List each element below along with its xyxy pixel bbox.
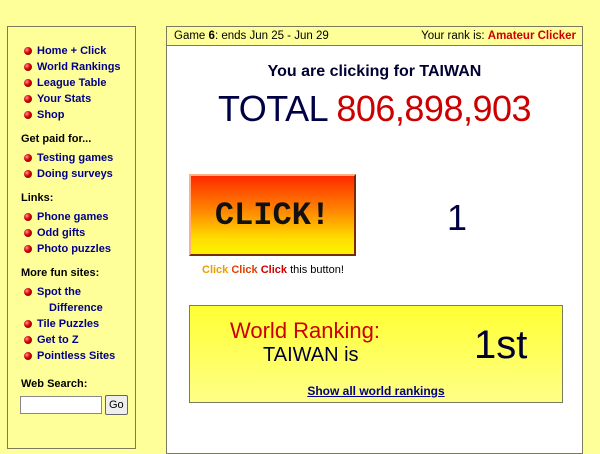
web-search-label: Web Search: bbox=[21, 378, 88, 390]
paid-heading: Get paid for... bbox=[21, 133, 92, 145]
link-photo-puzzles[interactable]: Photo puzzles bbox=[20, 241, 135, 257]
bullet-icon bbox=[24, 79, 32, 87]
total-label: TOTAL bbox=[217, 88, 327, 129]
world-ranking-label: World Ranking: bbox=[230, 318, 380, 343]
link-testing-games[interactable]: Testing games bbox=[20, 150, 135, 166]
web-search: Web Search: Go bbox=[20, 378, 135, 415]
game-info: Game 6: ends Jun 25 - Jun 29 bbox=[174, 30, 329, 42]
ranking-country-line: TAIWAN is bbox=[263, 344, 359, 366]
go-button[interactable]: Go bbox=[105, 395, 128, 415]
rank-label: Your rank is: bbox=[421, 30, 485, 42]
fun-sites-heading: More fun sites: bbox=[21, 267, 100, 279]
clicking-for-heading: You are clicking for TAIWAN bbox=[267, 63, 482, 80]
bullet-icon bbox=[24, 229, 32, 237]
links-heading: Links: bbox=[21, 192, 54, 204]
bullet-icon bbox=[24, 336, 32, 344]
bullet-icon bbox=[24, 63, 32, 71]
nav-world-rankings[interactable]: World Rankings bbox=[20, 59, 135, 75]
total-value: 806,898,903 bbox=[336, 88, 532, 129]
bullet-icon bbox=[24, 111, 32, 119]
paid-section: Get paid for... Testing games Doing surv… bbox=[20, 133, 135, 182]
click-button[interactable]: CLICK! bbox=[189, 174, 356, 256]
click-count: 1 bbox=[447, 197, 468, 238]
bullet-icon bbox=[24, 320, 32, 328]
fun-sites-section: More fun sites: Spot the Difference Tile … bbox=[20, 267, 135, 364]
main-nav: Home + Click World Rankings League Table… bbox=[20, 43, 135, 123]
bullet-icon bbox=[24, 95, 32, 103]
bullet-icon bbox=[24, 352, 32, 360]
links-section: Links: Phone games Odd gifts Photo puzzl… bbox=[20, 192, 135, 257]
search-input[interactable] bbox=[20, 396, 102, 414]
nav-home-click[interactable]: Home + Click bbox=[20, 43, 135, 59]
link-doing-surveys[interactable]: Doing surveys bbox=[20, 166, 135, 182]
bullet-icon bbox=[24, 245, 32, 253]
sidebar: Home + Click World Rankings League Table… bbox=[7, 26, 136, 449]
link-pointless-sites[interactable]: Pointless Sites bbox=[20, 348, 135, 364]
world-ranking-box: World Ranking: TAIWAN is 1st Show all wo… bbox=[189, 305, 563, 403]
click-hint: Click Click Click this button! bbox=[202, 264, 344, 276]
bullet-icon bbox=[24, 170, 32, 178]
rank-value: Amateur Clicker bbox=[487, 30, 576, 42]
rank-info: Your rank is: Amateur Clicker bbox=[421, 30, 576, 42]
show-all-rankings-link[interactable]: Show all world rankings bbox=[190, 384, 562, 398]
link-phone-games[interactable]: Phone games bbox=[20, 209, 135, 225]
link-odd-gifts[interactable]: Odd gifts bbox=[20, 225, 135, 241]
main-panel: Game 6: ends Jun 25 - Jun 29 Your rank i… bbox=[166, 26, 583, 454]
bullet-icon bbox=[24, 213, 32, 221]
total-line: TOTAL 806,898,903 bbox=[167, 89, 582, 129]
link-tile-puzzles[interactable]: Tile Puzzles bbox=[20, 316, 135, 332]
link-spot-the-difference[interactable]: Spot the Difference bbox=[20, 284, 135, 316]
nav-shop[interactable]: Shop bbox=[20, 107, 135, 123]
nav-your-stats[interactable]: Your Stats bbox=[20, 91, 135, 107]
game-dates: : ends Jun 25 - Jun 29 bbox=[214, 30, 329, 42]
bullet-icon bbox=[24, 154, 32, 162]
bullet-icon bbox=[24, 47, 32, 55]
nav-league-table[interactable]: League Table bbox=[20, 75, 135, 91]
link-get-to-z[interactable]: Get to Z bbox=[20, 332, 135, 348]
bullet-icon bbox=[24, 288, 32, 296]
ranking-position: 1st bbox=[474, 323, 528, 367]
game-info-bar: Game 6: ends Jun 25 - Jun 29 Your rank i… bbox=[167, 27, 582, 46]
